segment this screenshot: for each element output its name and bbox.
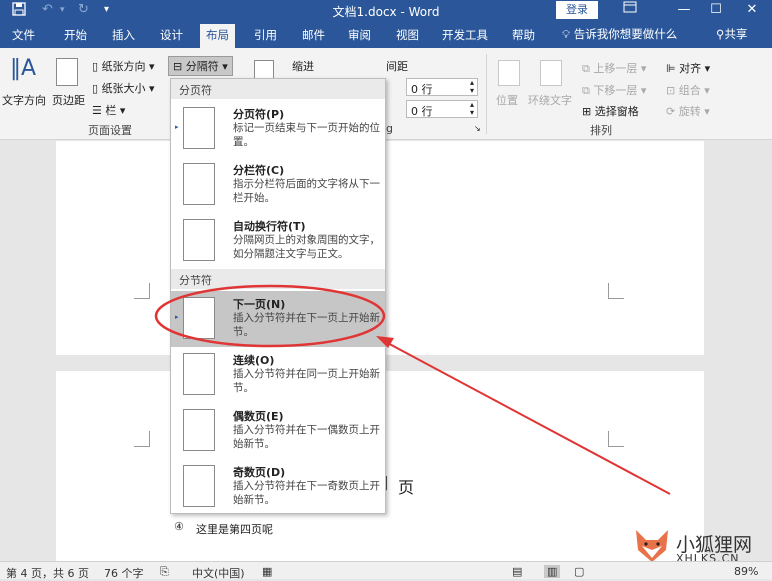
annotation-arrow-line <box>381 339 671 495</box>
print-layout-icon[interactable]: ▥ <box>544 565 561 578</box>
highlight-ellipse <box>154 284 386 348</box>
status-bar: 第 4 页，共 6 页 76 个字 ⎘ 中文(中国) ▦ ▤ ▥ ▢ 89% <box>0 561 772 580</box>
annotation-overlay <box>154 284 671 495</box>
proofing-icon[interactable]: ⎘ <box>160 565 169 579</box>
fox-icon <box>636 530 668 562</box>
web-layout-icon[interactable]: ▢ <box>574 565 584 578</box>
annotation-arrow-head <box>376 336 394 348</box>
read-mode-icon[interactable]: ▤ <box>512 565 522 578</box>
macro-recording-icon[interactable]: ▦ <box>262 565 272 578</box>
zoom-level[interactable]: 89% <box>734 565 758 578</box>
